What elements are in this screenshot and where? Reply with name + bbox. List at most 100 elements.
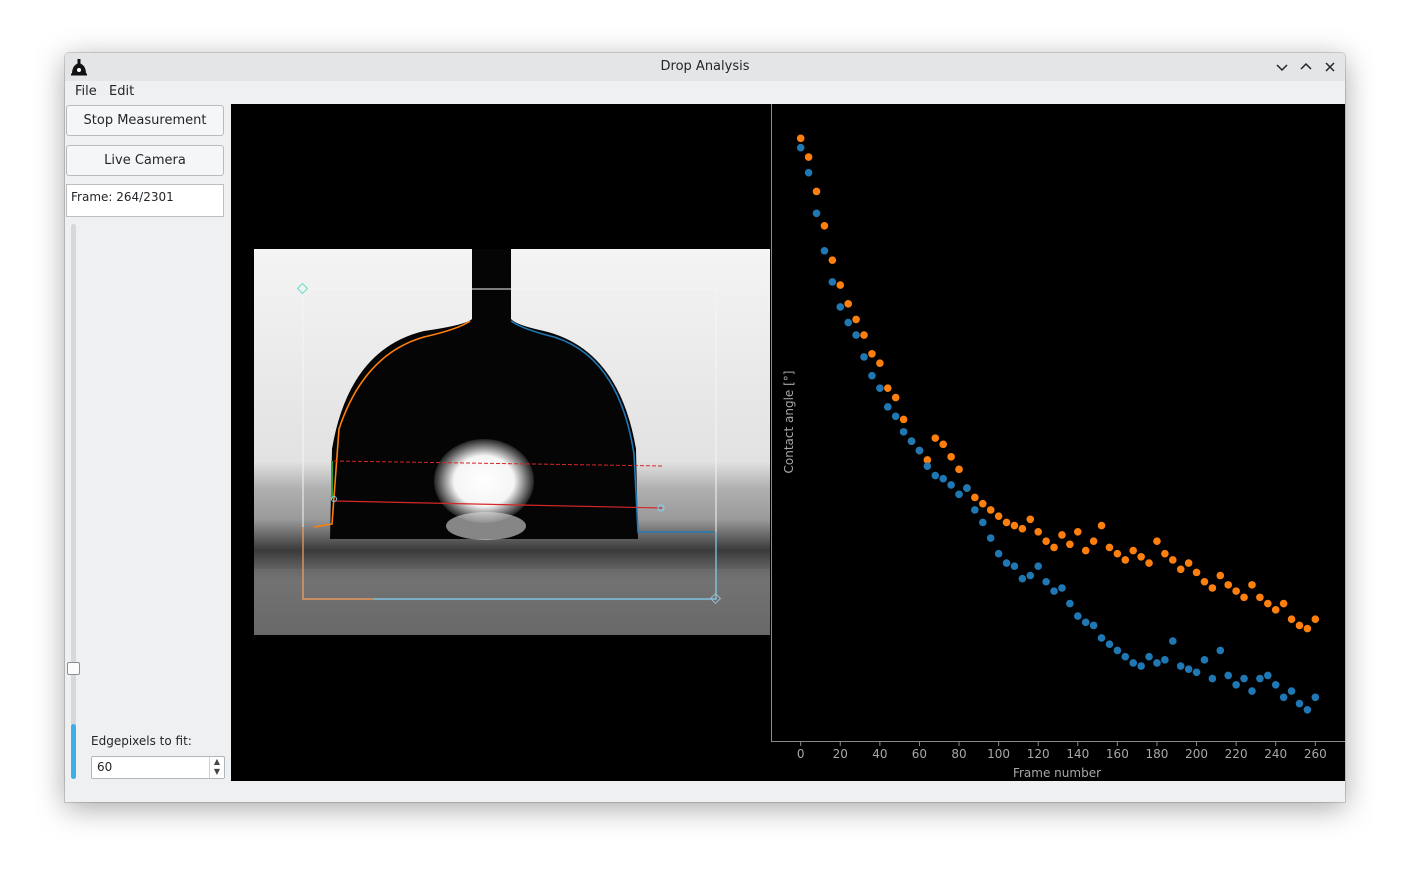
data-point bbox=[1105, 543, 1114, 552]
data-point bbox=[1256, 593, 1264, 602]
data-point bbox=[1311, 693, 1320, 702]
data-point bbox=[820, 221, 829, 230]
data-point bbox=[1026, 515, 1035, 524]
data-point bbox=[931, 471, 940, 480]
data-point bbox=[1121, 652, 1130, 661]
window-title: Drop Analysis bbox=[660, 59, 750, 74]
data-point bbox=[1161, 549, 1169, 558]
menu-file[interactable]: File bbox=[75, 84, 97, 99]
data-point bbox=[828, 256, 837, 264]
data-point bbox=[876, 359, 884, 367]
data-point bbox=[860, 331, 868, 339]
data-point bbox=[1161, 656, 1169, 664]
spin-arrows-icon[interactable]: ▲ ▼ bbox=[209, 757, 224, 778]
close-icon[interactable] bbox=[1321, 58, 1339, 76]
data-point bbox=[820, 246, 829, 255]
maximize-icon[interactable] bbox=[1297, 58, 1315, 76]
data-point bbox=[1232, 587, 1240, 595]
data-point bbox=[1042, 577, 1050, 586]
data-point bbox=[1097, 634, 1106, 642]
data-point bbox=[939, 474, 947, 483]
data-point bbox=[978, 499, 987, 508]
frame-slider[interactable] bbox=[71, 224, 76, 779]
data-point bbox=[1271, 680, 1280, 689]
data-point bbox=[1271, 606, 1280, 614]
data-point bbox=[1192, 568, 1201, 577]
data-point bbox=[1240, 593, 1248, 602]
menu-bar: File Edit bbox=[65, 81, 1345, 103]
data-point bbox=[1224, 671, 1233, 680]
data-point bbox=[1279, 693, 1288, 702]
data-point bbox=[1113, 549, 1122, 558]
app-window: Drop Analysis File Edit Stop Measurement… bbox=[65, 53, 1345, 802]
data-point bbox=[994, 549, 1003, 558]
data-point bbox=[1248, 687, 1256, 695]
data-point bbox=[1264, 671, 1272, 680]
stop-measurement-button[interactable]: Stop Measurement bbox=[66, 105, 224, 136]
title-bar[interactable]: Drop Analysis bbox=[65, 53, 1345, 81]
data-point bbox=[1264, 599, 1272, 608]
x-tick-label: 120 bbox=[1027, 747, 1050, 761]
data-point bbox=[852, 315, 860, 324]
data-point bbox=[1176, 565, 1185, 574]
data-point bbox=[994, 512, 1003, 520]
image-plot-area: 0204060801001201401601802002202402601041… bbox=[231, 104, 1345, 781]
data-point bbox=[899, 428, 908, 436]
data-point bbox=[1010, 562, 1019, 570]
data-point bbox=[1295, 621, 1304, 630]
data-point bbox=[899, 415, 908, 424]
data-point bbox=[1240, 674, 1248, 683]
menu-edit[interactable]: Edit bbox=[109, 84, 134, 99]
x-tick-label: 240 bbox=[1264, 747, 1287, 761]
control-panel: Stop Measurement Live Camera Frame: 264/… bbox=[65, 104, 229, 794]
data-point bbox=[828, 278, 837, 286]
data-point bbox=[1002, 559, 1011, 567]
data-point bbox=[796, 143, 805, 152]
data-point bbox=[915, 446, 924, 455]
data-point bbox=[1208, 674, 1217, 683]
data-point bbox=[868, 371, 876, 380]
data-point bbox=[804, 168, 813, 177]
data-point bbox=[1066, 599, 1074, 608]
camera-frame[interactable] bbox=[254, 249, 770, 635]
data-point bbox=[812, 187, 821, 196]
frame-slider-handle[interactable] bbox=[67, 662, 80, 675]
data-point bbox=[883, 384, 892, 392]
data-point bbox=[963, 484, 971, 492]
data-point bbox=[1153, 659, 1161, 667]
x-tick-label: 220 bbox=[1225, 747, 1248, 761]
contact-angle-chart[interactable]: 0204060801001201401601802002202402601041… bbox=[771, 104, 1345, 781]
data-point bbox=[1089, 537, 1098, 545]
data-point bbox=[1050, 587, 1058, 595]
data-point bbox=[1105, 640, 1114, 649]
frame-slider-fill bbox=[71, 724, 76, 779]
data-point bbox=[1034, 527, 1043, 536]
edgepixels-spinbox[interactable]: 60 ▲ ▼ bbox=[91, 756, 225, 779]
data-point bbox=[1137, 552, 1145, 561]
data-point bbox=[1018, 574, 1027, 583]
data-point bbox=[868, 350, 876, 358]
data-point bbox=[883, 403, 892, 411]
data-point bbox=[907, 437, 916, 446]
minimize-icon[interactable] bbox=[1273, 58, 1291, 76]
data-point bbox=[1200, 656, 1209, 664]
edgepixels-value[interactable]: 60 bbox=[97, 760, 112, 774]
data-point bbox=[1303, 624, 1312, 633]
live-camera-button[interactable]: Live Camera bbox=[66, 145, 224, 176]
data-point bbox=[1295, 699, 1304, 708]
data-point bbox=[1137, 662, 1145, 670]
data-point bbox=[1303, 705, 1312, 714]
data-point bbox=[978, 518, 987, 527]
data-point bbox=[1042, 537, 1050, 545]
data-point bbox=[1311, 615, 1320, 624]
x-tick-label: 260 bbox=[1304, 747, 1327, 761]
data-point bbox=[1034, 562, 1043, 570]
x-tick-label: 140 bbox=[1066, 747, 1089, 761]
data-point bbox=[1224, 581, 1233, 589]
data-point bbox=[939, 440, 947, 449]
data-point bbox=[923, 462, 932, 471]
data-point bbox=[1184, 559, 1193, 567]
data-point bbox=[1081, 618, 1090, 627]
x-tick-label: 80 bbox=[951, 747, 966, 761]
data-point bbox=[1208, 584, 1217, 592]
